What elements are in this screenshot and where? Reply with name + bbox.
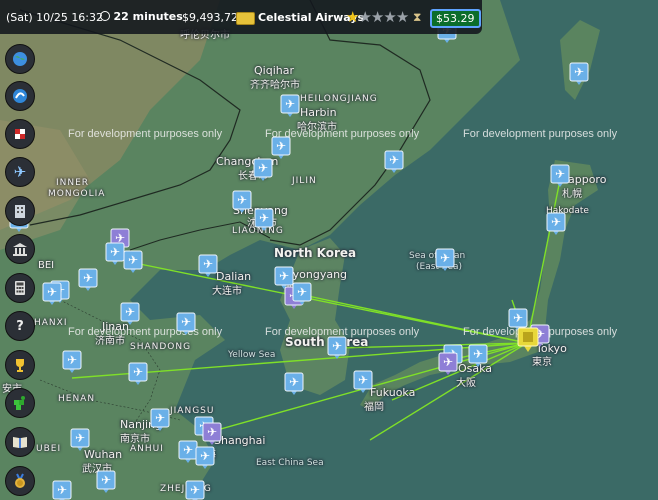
- airport-marker[interactable]: ✈: [546, 212, 566, 235]
- plane-icon: ✈: [67, 353, 77, 367]
- airport-marker[interactable]: ✈: [178, 440, 198, 463]
- airport-marker[interactable]: ✈: [176, 312, 196, 335]
- airport-marker[interactable]: ✈: [42, 282, 62, 305]
- plane-icon: ✈: [440, 251, 450, 265]
- airport-marker[interactable]: ✈: [105, 242, 125, 265]
- airport-marker[interactable]: ✈: [150, 408, 170, 431]
- plane-icon: ✈: [133, 365, 143, 379]
- airport-marker[interactable]: ✈: [185, 480, 205, 500]
- plane-icon: ✈: [83, 271, 93, 285]
- plane-icon: ✈: [574, 65, 584, 79]
- plane-icon: ✈: [155, 411, 165, 425]
- airport-marker[interactable]: ✈: [438, 352, 458, 375]
- plane-icon: ✈: [259, 211, 269, 225]
- routes-icon[interactable]: [5, 81, 35, 111]
- trophy-icon[interactable]: [5, 350, 35, 380]
- medal-icon[interactable]: [5, 466, 35, 496]
- plane-icon: ✈: [258, 161, 268, 175]
- office-building-icon[interactable]: [5, 196, 35, 226]
- top-status-bar: (Sat) 10/25 16:32 22 minutes $9,493,724 …: [0, 0, 482, 34]
- clock-icon: [100, 11, 110, 21]
- star-icon: ★: [346, 8, 359, 26]
- airport-markers: ✈✈✈✈✈✈✈✈✈✈✈✈✈✈✈✈✈✈✈✈✈✈✈✈✈✈✈✈✈✈✈✈✈✈✈✈✈✈✈✈…: [9, 20, 589, 500]
- buy-premium-button[interactable]: $53.29: [430, 9, 481, 28]
- building-icon: [523, 332, 533, 342]
- game-datetime: (Sat) 10/25 16:32: [6, 11, 104, 24]
- airport-marker[interactable]: ✈: [274, 266, 294, 289]
- info-icon[interactable]: ?: [5, 311, 35, 341]
- airport-marker[interactable]: ✈: [280, 94, 300, 117]
- hub-airport-marker[interactable]: [517, 327, 539, 352]
- plane-icon: ✈: [207, 425, 217, 439]
- plane-icon: ✈: [358, 373, 368, 387]
- plane-icon: ✈: [276, 139, 286, 153]
- airport-marker[interactable]: ✈: [52, 480, 72, 500]
- time-speed-value: 22 minutes: [113, 10, 183, 23]
- flag-icon[interactable]: [5, 119, 35, 149]
- plane-icon: ✈: [181, 315, 191, 329]
- star-icon: ★: [370, 8, 384, 26]
- plane-icon: ✈: [190, 483, 200, 497]
- plane-icon: ✈: [203, 257, 213, 271]
- plane-icon: ✈: [128, 253, 138, 267]
- plane-icon: ✈: [75, 431, 85, 445]
- hourglass-icon: ⧗: [413, 10, 422, 24]
- plane-icon: ✈: [57, 483, 67, 497]
- airport-marker[interactable]: ✈: [468, 344, 488, 367]
- plane-icon: ✈: [289, 375, 299, 389]
- plane-icon: ✈: [332, 339, 342, 353]
- star-icon: ★: [358, 8, 371, 26]
- airport-marker[interactable]: ✈: [384, 150, 404, 173]
- airport-marker[interactable]: ✈: [128, 362, 148, 385]
- airport-marker[interactable]: ✈: [96, 470, 116, 493]
- airport-marker[interactable]: ✈: [550, 164, 570, 187]
- airport-marker[interactable]: ✈: [284, 372, 304, 395]
- plane-icon: ✈: [200, 449, 210, 463]
- plane-icon: ✈: [183, 443, 193, 457]
- airport-marker[interactable]: ✈: [198, 254, 218, 277]
- plane-icon: ✈: [47, 285, 57, 299]
- airport-marker[interactable]: ✈: [78, 268, 98, 291]
- plane-icon: ✈: [237, 193, 247, 207]
- book-icon[interactable]: [5, 427, 35, 457]
- airline-logo-icon: [236, 12, 255, 25]
- plane-icon: ✈: [101, 473, 111, 487]
- airport-marker[interactable]: ✈: [569, 62, 589, 85]
- plane-icon: ✈: [443, 355, 453, 369]
- time-speed-button[interactable]: 22 minutes: [100, 10, 183, 23]
- airport-marker[interactable]: ✈: [271, 136, 291, 159]
- plane-icon: ✈: [297, 285, 307, 299]
- airport-marker[interactable]: ✈: [232, 190, 252, 213]
- globe-icon[interactable]: [5, 44, 35, 74]
- plane-icon: ✈: [555, 167, 565, 181]
- plane-icon: ✈: [513, 311, 523, 325]
- airport-marker[interactable]: ✈: [253, 158, 273, 181]
- airport-marker[interactable]: ✈: [254, 208, 274, 231]
- puzzle-icon[interactable]: [5, 388, 35, 418]
- star-icon: ★: [395, 8, 409, 26]
- plane-icon: ✈: [389, 153, 399, 167]
- airport-marker[interactable]: ✈: [120, 302, 140, 325]
- plane-icon: ✈: [125, 305, 135, 319]
- plane-icon: ✈: [279, 269, 289, 283]
- airport-marker[interactable]: ✈: [62, 350, 82, 373]
- airport-marker[interactable]: ✈: [70, 428, 90, 451]
- airport-marker[interactable]: ✈: [353, 370, 373, 393]
- plane-icon: ✈: [285, 97, 295, 111]
- airline-rating: ★★★★★: [346, 8, 409, 26]
- aircraft-icon[interactable]: ✈: [5, 157, 35, 187]
- airport-marker[interactable]: ✈: [123, 250, 143, 273]
- star-icon: ★: [383, 8, 396, 26]
- airport-marker[interactable]: ✈: [202, 422, 222, 445]
- plane-icon: ✈: [110, 245, 120, 259]
- calculator-icon[interactable]: [5, 273, 35, 303]
- airport-marker[interactable]: ✈: [435, 248, 455, 271]
- bank-icon[interactable]: [5, 234, 35, 264]
- plane-icon: ✈: [551, 215, 561, 229]
- plane-icon: ✈: [473, 347, 483, 361]
- airport-marker[interactable]: ✈: [327, 336, 347, 359]
- airport-marker[interactable]: ✈: [195, 446, 215, 469]
